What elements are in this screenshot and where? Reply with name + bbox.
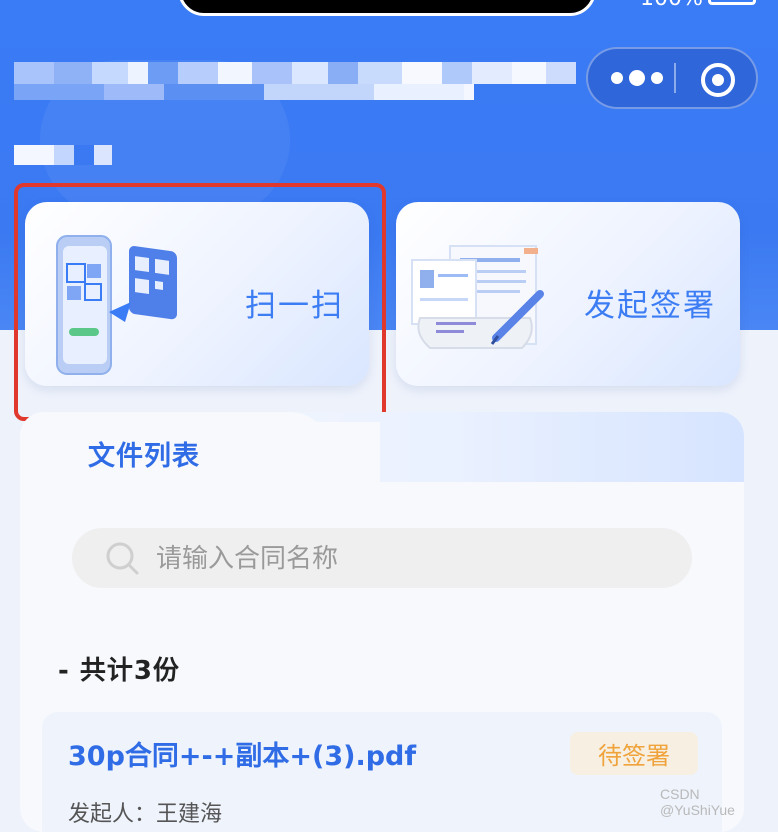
active-tab-curve	[290, 422, 380, 502]
battery-icon	[708, 0, 756, 5]
document-initiator: 发起人：王建海	[68, 802, 223, 827]
blurred-username	[14, 62, 576, 84]
miniprogram-capsule	[586, 47, 758, 109]
watermark: CSDN @YuShiYue	[660, 786, 735, 818]
target-circle-icon[interactable]	[700, 62, 736, 98]
blurred-username-row2	[14, 84, 474, 100]
device-notch	[178, 0, 596, 16]
file-list-panel: 文件列表 - 共计3份 30p合同+-+副本+(3).pdf 待签署 发起人：王…	[20, 412, 744, 832]
document-count: - 共计3份	[58, 656, 180, 686]
more-dots-icon[interactable]	[608, 66, 666, 90]
battery-percent: 100%	[640, 0, 703, 11]
search-input[interactable]	[154, 536, 658, 582]
initiate-sign-label: 发起签署	[584, 288, 716, 324]
tab-file-list[interactable]: 文件列表	[88, 434, 200, 473]
search-bar[interactable]	[72, 528, 692, 588]
document-pen-illustration	[411, 245, 544, 349]
status-badge: 待签署	[570, 732, 698, 775]
document-title: 30p合同+-+副本+(3).pdf	[68, 741, 417, 772]
capsule-divider	[674, 63, 676, 93]
initiate-sign-card[interactable]: 发起签署	[396, 202, 740, 386]
document-card[interactable]: 30p合同+-+副本+(3).pdf 待签署 发起人：王建海	[42, 712, 722, 832]
blurred-subtitle	[14, 145, 112, 165]
panel-tab-bar: 文件列表	[20, 412, 744, 502]
annotation-highlight-box	[14, 183, 386, 421]
search-icon	[106, 542, 139, 575]
